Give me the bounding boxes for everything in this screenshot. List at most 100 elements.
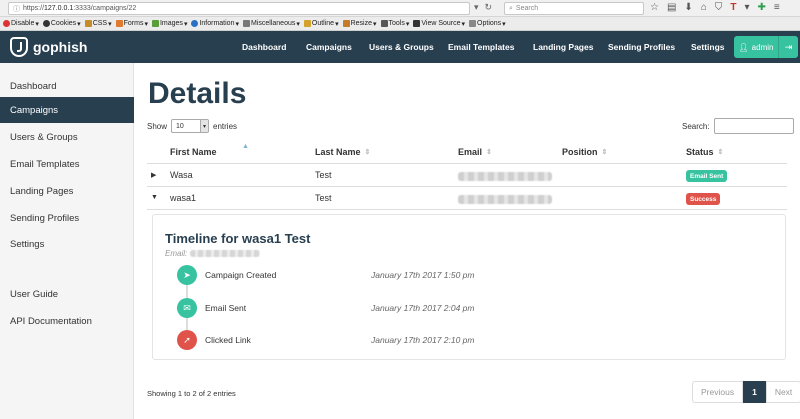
sign-out-icon: ⇥ <box>784 41 793 52</box>
disable-icon <box>3 20 10 27</box>
nav-sending-profiles[interactable]: Sending Profiles <box>608 42 675 52</box>
search-icon: ⌕ <box>509 4 513 12</box>
sidebar-item-settings[interactable]: Settings <box>0 231 134 257</box>
dev-images[interactable]: Images ▾ <box>151 20 187 28</box>
cell-last-name: Test <box>315 193 332 203</box>
dev-view-source[interactable]: View Source ▾ <box>413 20 465 28</box>
nav-email-templates[interactable]: Email Templates <box>448 42 514 52</box>
cell-first-name: wasa1 <box>170 193 197 203</box>
sidebar-item-sending-profiles[interactable]: Sending Profiles <box>0 205 134 231</box>
nav-campaigns[interactable]: Campaigns <box>306 42 352 52</box>
page-length-select[interactable]: 10 ▾ <box>171 119 210 133</box>
cell-last-name: Test <box>315 170 332 180</box>
sidebar-item-landing-pages[interactable]: Landing Pages <box>0 178 134 204</box>
dev-cookies[interactable]: Cookies ▾ <box>42 20 81 28</box>
cell-first-name: Wasa <box>170 170 193 180</box>
table-search-input[interactable] <box>713 118 794 134</box>
sidebar-item-user-guide[interactable]: User Guide <box>0 281 134 307</box>
prev-page-button[interactable]: Previous <box>692 381 744 403</box>
timeline-event-name: Campaign Created <box>205 270 277 280</box>
star-icon[interactable]: ☆ <box>650 2 659 13</box>
tools-icon <box>380 20 388 27</box>
extension-icon[interactable]: T <box>730 2 736 13</box>
sidebar-item-api-documentation[interactable]: API Documentation <box>0 308 134 334</box>
page-1-button[interactable]: 1 <box>743 381 766 403</box>
dropdown-icon[interactable]: ▾ <box>474 2 479 13</box>
nav-dashboard[interactable]: Dashboard <box>242 42 286 52</box>
info-icon[interactable]: ⓘ <box>13 4 20 14</box>
dev-disable[interactable]: Disable ▾ <box>3 20 39 28</box>
timeline-email: Email: <box>165 249 261 258</box>
sidebar-item-email-templates[interactable]: Email Templates <box>0 151 134 177</box>
envelope-icon: ✉ <box>177 298 197 318</box>
caret-down-icon[interactable]: ▼ <box>151 194 158 201</box>
dev-forms[interactable]: Forms ▾ <box>115 20 148 28</box>
menu-icon[interactable]: ≡ <box>774 2 780 13</box>
row-divider <box>147 209 787 210</box>
timeline-event-time: January 17th 2017 2:04 pm <box>371 303 475 313</box>
sidebar-item-campaigns[interactable]: Campaigns <box>0 97 134 123</box>
column-header-position[interactable]: Position ⇕ <box>562 147 607 157</box>
nav-landing-pages[interactable]: Landing Pages <box>533 42 593 52</box>
url-prefix: https:// <box>23 5 45 12</box>
pagination: Previous 1 Next <box>692 381 800 403</box>
admin-label: admin <box>751 42 774 52</box>
caret-right-icon[interactable]: ▶ <box>151 171 156 179</box>
misc-icon <box>243 20 250 27</box>
cookie-icon <box>42 20 50 27</box>
chevron-down-icon[interactable]: ▾ <box>744 2 749 13</box>
next-page-button[interactable]: Next <box>765 381 800 403</box>
reload-icon[interactable]: ↻ <box>485 2 493 13</box>
timeline-event-time: January 17th 2017 1:50 pm <box>371 270 475 280</box>
clipboard-icon[interactable]: ▤ <box>667 2 676 13</box>
dev-miscellaneous[interactable]: Miscellaneous ▾ <box>243 20 300 28</box>
dev-toolbar: Disable ▾ Cookies ▾ CSS ▾ Forms ▾ Images ▾ In… <box>0 17 800 31</box>
sidebar-item-dashboard[interactable]: Dashboard <box>0 73 134 99</box>
chevron-down-icon: ▾ <box>200 120 209 132</box>
timeline-event-name: Clicked Link <box>205 335 251 345</box>
gophish-logo-icon <box>10 37 28 57</box>
timeline-panel: Timeline for wasa1 Test Email: ➤ Campaig… <box>152 214 786 360</box>
home-icon[interactable]: ⌂ <box>701 2 707 13</box>
entries-label: entries <box>213 121 238 131</box>
column-header-first-name[interactable]: First Name ▲ <box>170 143 249 157</box>
column-header-last-name[interactable]: Last Name ⇕ <box>315 147 370 157</box>
search-placeholder: Search <box>515 5 539 12</box>
page-length-value: 10 <box>176 122 184 130</box>
browser-search-input[interactable]: ⌕ Search <box>504 2 644 15</box>
column-header-status[interactable]: Status ⇕ <box>686 147 723 157</box>
dev-options[interactable]: Options ▾ <box>469 20 506 28</box>
pointer-icon: ➚ <box>177 330 197 350</box>
cell-email-redacted <box>458 195 552 204</box>
logout-button[interactable]: ⇥ <box>778 36 798 58</box>
css-icon <box>84 20 92 27</box>
dev-outline[interactable]: Outline ▾ <box>303 20 339 28</box>
timeline-email-redacted <box>190 250 261 257</box>
download-icon[interactable]: ⬇ <box>684 2 692 13</box>
nav-users-groups[interactable]: Users & Groups <box>369 42 434 52</box>
sidebar-item-users-groups[interactable]: Users & Groups <box>0 124 134 150</box>
source-icon <box>413 20 421 27</box>
show-label: Show <box>147 121 168 131</box>
browser-toolbar: ⓘ https://127.0.0.1:3333/campaigns/22 ▾ … <box>0 0 800 17</box>
dev-resize[interactable]: Resize ▾ <box>342 20 377 28</box>
app-navbar: gophish Dashboard Campaigns Users & Grou… <box>0 31 800 63</box>
admin-button[interactable]: 👤︎ admin <box>734 36 778 58</box>
column-header-email[interactable]: Email ⇕ <box>458 147 492 157</box>
dev-tools[interactable]: Tools ▾ <box>380 20 409 28</box>
puzzle-icon[interactable]: ✚ <box>758 2 766 13</box>
nav-settings[interactable]: Settings <box>691 42 725 52</box>
timeline-event-name: Email Sent <box>205 303 247 313</box>
dev-information[interactable]: Information ▾ <box>191 20 239 28</box>
timeline-event-time: January 17th 2017 2:10 pm <box>371 335 475 345</box>
main-content: Details Show 10 ▾ entries Search: First … <box>134 63 800 419</box>
brand[interactable]: gophish <box>10 37 87 57</box>
table-header-divider <box>147 163 787 164</box>
resize-icon <box>342 20 350 27</box>
url-bar[interactable]: ⓘ https://127.0.0.1:3333/campaigns/22 <box>8 2 470 15</box>
dev-css[interactable]: CSS ▾ <box>84 20 112 28</box>
shield-icon[interactable]: ⛉ <box>715 2 723 13</box>
sort-icon: ⇕ <box>486 149 492 156</box>
options-icon <box>469 20 477 27</box>
outline-icon <box>303 20 311 27</box>
